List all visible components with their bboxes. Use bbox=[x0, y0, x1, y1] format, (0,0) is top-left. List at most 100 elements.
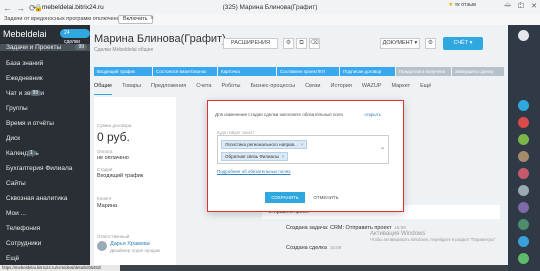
activity-row-time: 16:09 bbox=[394, 225, 406, 230]
account-label: СЧЁТ bbox=[453, 40, 469, 46]
deal-info-card: Сумма договора 0 руб. Оплата не оплачено… bbox=[94, 97, 176, 265]
avatar[interactable] bbox=[518, 219, 529, 230]
avatar[interactable] bbox=[518, 168, 529, 179]
notification-bar: Задачи от вредоносных программ отключена… bbox=[0, 14, 540, 25]
chat-icon[interactable] bbox=[518, 236, 529, 247]
stage-item[interactable]: Состоялся визит/звонок bbox=[153, 67, 217, 76]
amount-label: Сумма договора bbox=[97, 123, 132, 128]
tab-bar: Общие Товары Предложения Счета Роботы Бизнес-… bbox=[94, 83, 504, 95]
sidebar-item[interactable]: Задачи и Проекты 99 bbox=[0, 44, 90, 51]
sidebar-item-label: Мои ... bbox=[6, 210, 26, 217]
right-rail bbox=[508, 25, 540, 271]
tab-item[interactable]: Роботы bbox=[221, 83, 240, 95]
maximize-icon[interactable]: ☐ bbox=[518, 2, 524, 10]
client-name: Марина bbox=[97, 203, 117, 209]
cancel-button[interactable]: ОТМЕНИТЬ bbox=[311, 192, 341, 203]
avatar[interactable] bbox=[518, 202, 529, 213]
order-destination-select[interactable]: Логистика регионального направ... × Обрат… bbox=[217, 135, 389, 164]
save-button[interactable]: СОХРАНИТЬ bbox=[265, 192, 305, 203]
activity-row-time: 16:08 bbox=[329, 245, 342, 250]
sidebar-count-badge: 99 bbox=[29, 90, 42, 96]
enable-button[interactable]: Включить bbox=[118, 15, 153, 24]
sidebar-item-label: Бухгалтерия Филиала bbox=[6, 165, 73, 172]
extension-button[interactable]: ★ тк отзыв bbox=[448, 2, 476, 8]
stage-item[interactable]: Входящий трафик bbox=[94, 67, 152, 76]
chevron-down-icon[interactable]: ⌄ bbox=[380, 144, 385, 151]
star-icon: ★ bbox=[448, 2, 454, 8]
back-icon[interactable]: ← bbox=[3, 3, 12, 14]
browser-chrome: ← → ⟳ 🔒 mebeldelai.bitrix24.ru (325) Мар… bbox=[0, 0, 540, 25]
tab-item[interactable]: Общие bbox=[94, 83, 113, 95]
sidebar-item[interactable]: Мои ... bbox=[6, 210, 26, 217]
responsible-role: Дизайнер отдел продаж bbox=[110, 248, 161, 253]
settings-icon[interactable]: ⚙ bbox=[283, 38, 294, 49]
call-icon[interactable] bbox=[518, 253, 529, 264]
sidebar-count-badge: 99 bbox=[75, 44, 87, 50]
sidebar-item[interactable]: Телефония bbox=[6, 225, 40, 232]
tab-item[interactable]: Счета bbox=[196, 83, 211, 95]
delete-icon[interactable]: ⌫ bbox=[309, 38, 320, 49]
sidebar-item[interactable]: Календарь 1 bbox=[6, 150, 39, 157]
forward-icon[interactable]: → bbox=[16, 3, 25, 14]
sidebar-item[interactable]: База знаний bbox=[6, 60, 43, 67]
copy-icon[interactable]: ⧉ bbox=[296, 38, 307, 49]
selected-chip: Обратная связь Филиалы × bbox=[221, 152, 289, 161]
tab-item[interactable]: Связи bbox=[305, 83, 320, 95]
sidebar-item[interactable]: Бухгалтерия Филиала bbox=[6, 165, 72, 172]
sidebar-item[interactable]: Сайты bbox=[6, 180, 26, 187]
left-sidebar: Mebeldelai 24 сделки Задачи и Проекты 99 Б… bbox=[0, 25, 90, 271]
sidebar-item[interactable]: Чат и звонки 99 bbox=[6, 90, 44, 97]
tab-item[interactable]: Ещё bbox=[420, 83, 431, 95]
tab-item[interactable]: История bbox=[330, 83, 351, 95]
sidebar-item[interactable]: Время и отчёты bbox=[6, 120, 54, 127]
client-label: Клиент bbox=[97, 196, 112, 201]
avatar[interactable] bbox=[518, 151, 529, 162]
sidebar-item-label: Ежедневник bbox=[6, 75, 43, 82]
avatar bbox=[97, 241, 107, 251]
tab-item[interactable]: Маркет bbox=[391, 83, 410, 95]
stage-item[interactable]: Карточка bbox=[218, 67, 276, 76]
tab-item[interactable]: Товары bbox=[122, 83, 141, 95]
deal-title-text: Марина Блинова(Графит) bbox=[94, 33, 226, 45]
notification-close-icon[interactable]: × bbox=[150, 15, 154, 22]
chip-remove-icon[interactable]: × bbox=[282, 154, 285, 159]
gear-icon[interactable]: ⚙ bbox=[425, 38, 436, 49]
extensions-button[interactable]: РАСШИРЕНИЯ bbox=[223, 38, 278, 49]
chip-remove-icon[interactable]: × bbox=[301, 142, 304, 147]
avatar[interactable] bbox=[518, 185, 529, 196]
stage-item[interactable]: Подписан договор bbox=[340, 67, 395, 76]
badge-24-icon[interactable] bbox=[518, 100, 529, 111]
minimize-icon[interactable]: — bbox=[504, 2, 511, 10]
sidebar-item[interactable]: Сотрудники bbox=[6, 240, 41, 247]
stage-label: Стадия bbox=[97, 167, 113, 172]
search-icon[interactable] bbox=[518, 30, 529, 41]
sidebar-item[interactable]: Ещё bbox=[6, 255, 19, 262]
open-link[interactable]: открыть bbox=[364, 112, 381, 117]
extension-label: тк отзыв bbox=[454, 2, 476, 8]
avatar[interactable] bbox=[518, 117, 529, 128]
sidebar-item[interactable]: Группы bbox=[6, 105, 28, 112]
tab-item[interactable]: Предложения bbox=[151, 83, 186, 95]
avatar[interactable] bbox=[518, 134, 529, 145]
window-controls: — ☐ ✕ bbox=[504, 2, 537, 10]
required-fields-link[interactable]: Подробнее об обязательных полях bbox=[217, 169, 291, 174]
stage-bar: Входящий трафик Состоялся визит/звонок Кар… bbox=[94, 67, 504, 76]
sidebar-item[interactable]: Сквозная аналитика bbox=[6, 195, 67, 202]
breadcrumb[interactable]: Сделки Mebeldelai общее bbox=[94, 47, 153, 53]
stage-item[interactable]: Предоплата получена bbox=[396, 67, 451, 76]
windows-watermark: Активация Windows Чтобы активировать Win… bbox=[370, 231, 495, 242]
tab-item[interactable]: WAZUP bbox=[362, 83, 382, 95]
brand-logo[interactable]: Mebeldelai bbox=[3, 29, 47, 39]
sidebar-pill[interactable]: 24 сделки bbox=[60, 29, 90, 45]
account-button[interactable]: СЧЁТ ▾ bbox=[443, 37, 483, 50]
document-button[interactable]: ДОКУМЕНТ ▾ bbox=[380, 38, 420, 49]
stage-item[interactable]: Составлен проект/КП bbox=[277, 67, 339, 76]
close-icon[interactable]: ✕ bbox=[531, 2, 537, 10]
sidebar-item[interactable]: Диск bbox=[6, 135, 20, 142]
sidebar-item[interactable]: Ежедневник bbox=[6, 75, 43, 82]
stage-item[interactable]: Завершить сделку bbox=[452, 67, 504, 76]
document-label: ДОКУМЕНТ bbox=[382, 40, 414, 46]
address-bar[interactable]: mebeldelai.bitrix24.ru bbox=[42, 4, 104, 11]
responsible-name[interactable]: Дарья Храмова bbox=[110, 241, 150, 247]
tab-item[interactable]: Бизнес-процессы bbox=[251, 83, 296, 95]
